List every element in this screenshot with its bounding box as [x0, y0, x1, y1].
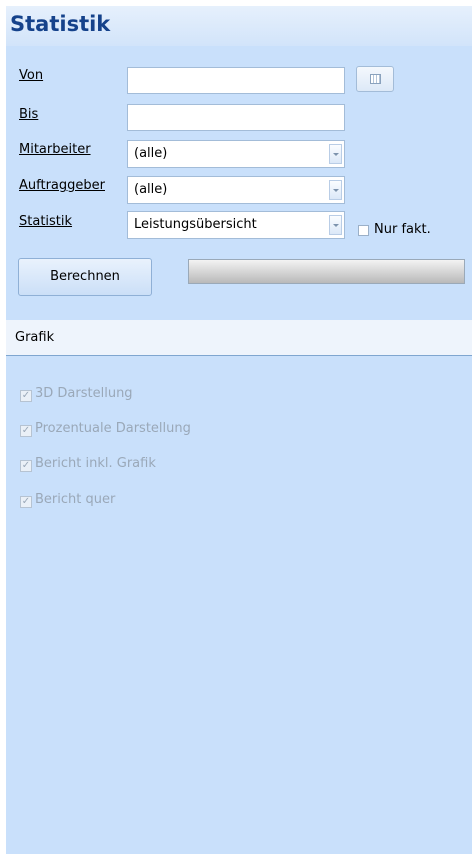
option-bericht-quer[interactable]: ✓ Bericht quer	[20, 492, 115, 508]
bis-label: Bis	[19, 107, 39, 122]
option-label: 3D Darstellung	[35, 386, 133, 401]
calendar-button[interactable]	[356, 66, 394, 92]
nur-fakt-label: Nur fakt.	[374, 222, 431, 237]
bis-field[interactable]	[127, 104, 345, 131]
mitarbeiter-select[interactable]: (alle)	[127, 140, 345, 168]
berechnen-button[interactable]: Berechnen	[18, 258, 152, 296]
statistik-label: Statistik	[19, 214, 72, 229]
auftraggeber-label: Auftraggeber	[19, 178, 105, 193]
statistik-panel: Statistik Von Bis Mitarbeiter (alle) Auf…	[6, 6, 472, 854]
mitarbeiter-label: Mitarbeiter	[19, 142, 91, 157]
option-label: Bericht quer	[35, 492, 116, 507]
page-title: Statistik	[10, 12, 111, 36]
grafik-title: Grafik	[15, 330, 55, 345]
mitarbeiter-label-text: Mitarbeiter	[19, 142, 91, 157]
statistik-label-text: Statistik	[19, 214, 73, 229]
auftraggeber-select[interactable]: (alle)	[127, 176, 345, 204]
panel-header: Statistik	[6, 6, 472, 46]
statistik-value: Leistungsübersicht	[134, 217, 257, 232]
chevron-down-icon[interactable]	[329, 215, 342, 235]
checkbox-checked-icon: ✓	[20, 390, 32, 402]
checkbox-checked-icon: ✓	[20, 425, 32, 437]
auftraggeber-label-text: Auftraggeber	[19, 178, 105, 193]
statistik-select[interactable]: Leistungsübersicht	[127, 211, 345, 239]
von-field[interactable]	[127, 67, 345, 94]
calendar-icon	[370, 74, 381, 84]
grafik-section-header: Grafik	[6, 320, 472, 356]
checkbox-checked-icon: ✓	[20, 496, 32, 508]
option-label: Prozentuale Darstellung	[35, 421, 191, 436]
option-label: Bericht inkl. Grafik	[35, 456, 156, 471]
progress-bar	[188, 259, 465, 284]
option-bericht-inkl-grafik[interactable]: ✓ Bericht inkl. Grafik	[20, 456, 156, 472]
chevron-down-icon[interactable]	[329, 180, 342, 200]
auftraggeber-value: (alle)	[134, 182, 168, 197]
chevron-down-icon[interactable]	[329, 144, 342, 164]
von-label: Von	[19, 68, 44, 83]
option-3d-darstellung[interactable]: ✓ 3D Darstellung	[20, 386, 133, 402]
checkbox-checked-icon: ✓	[20, 460, 32, 472]
option-prozentuale-darstellung[interactable]: ✓ Prozentuale Darstellung	[20, 421, 191, 437]
mitarbeiter-value: (alle)	[134, 146, 168, 161]
nur-fakt-checkbox[interactable]	[358, 225, 369, 236]
